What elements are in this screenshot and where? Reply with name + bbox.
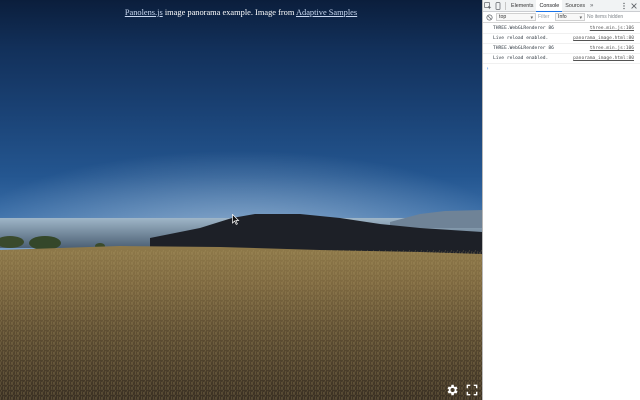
message-text: Live reload enabled.: [493, 56, 549, 61]
chevron-down-icon: ▼: [529, 14, 534, 20]
caption-text: image panorama example. Image from: [162, 8, 296, 17]
device-toolbar-button[interactable]: [493, 0, 503, 11]
console-message: Live reload enabled. panorama_image.html…: [483, 34, 640, 44]
console-message: THREE.WebGLRenderer 86 three.min.js:106: [483, 24, 640, 34]
prompt-caret: ›: [486, 66, 490, 72]
message-source-link[interactable]: panorama_image.html:80: [573, 34, 634, 44]
chevron-down-icon: ▼: [578, 14, 583, 20]
device-icon: [495, 1, 501, 10]
message-text: THREE.WebGLRenderer 86: [493, 46, 554, 51]
close-devtools-button[interactable]: [629, 0, 639, 11]
gear-icon: [447, 384, 458, 396]
panolens-link[interactable]: Panolens.js: [125, 8, 163, 17]
clear-console-button[interactable]: [485, 13, 494, 22]
mouse-cursor: [232, 212, 240, 225]
tab-sources[interactable]: Sources: [562, 0, 588, 12]
console-messages: THREE.WebGLRenderer 86 three.min.js:106 …: [483, 24, 640, 74]
log-level-select[interactable]: Info ▼: [555, 13, 585, 21]
message-source-link[interactable]: three.min.js:106: [590, 44, 634, 54]
block-icon: [486, 13, 493, 21]
tab-elements[interactable]: Elements: [508, 0, 536, 12]
console-message: THREE.WebGLRenderer 86 three.min.js:106: [483, 44, 640, 54]
devtools-tabbar: Elements Console Sources »: [483, 0, 640, 12]
filter-input[interactable]: [538, 13, 553, 21]
fullscreen-button[interactable]: [465, 383, 479, 397]
more-tabs-button[interactable]: »: [588, 0, 595, 12]
viewer-caption: Panolens.js image panorama example. Imag…: [0, 8, 482, 17]
console-toolbar: top ▼ Info ▼ No items hidden: [483, 12, 640, 23]
message-source-link[interactable]: panorama_image.html:80: [573, 54, 634, 64]
settings-button[interactable]: [445, 383, 459, 397]
tab-console[interactable]: Console: [536, 0, 563, 12]
context-value: top: [499, 14, 507, 20]
console-prompt[interactable]: ›: [483, 64, 640, 74]
inspect-icon: [484, 1, 492, 9]
devtools-menu-button[interactable]: [619, 0, 629, 11]
panorama-landscape: [0, 210, 482, 400]
close-icon: [631, 2, 637, 9]
console-message: Live reload enabled. panorama_image.html…: [483, 54, 640, 64]
devtools-panel: Elements Console Sources » top ▼ In: [482, 0, 640, 400]
hidden-items-count: No items hidden: [587, 14, 624, 20]
distant-hills: [390, 210, 482, 228]
fullscreen-icon: [466, 384, 478, 396]
context-select[interactable]: top ▼: [496, 13, 536, 21]
adaptive-samples-link[interactable]: Adaptive Samples: [296, 8, 357, 17]
level-value: Info: [558, 14, 567, 20]
kebab-menu-icon: [623, 2, 625, 9]
tabbar-separator: [505, 1, 506, 10]
panorama-viewport[interactable]: Panolens.js image panorama example. Imag…: [0, 0, 482, 400]
message-source-link[interactable]: three.min.js:106: [590, 24, 634, 34]
message-text: THREE.WebGLRenderer 86: [493, 26, 554, 31]
message-text: Live reload enabled.: [493, 36, 549, 41]
inspect-element-button[interactable]: [483, 0, 493, 11]
